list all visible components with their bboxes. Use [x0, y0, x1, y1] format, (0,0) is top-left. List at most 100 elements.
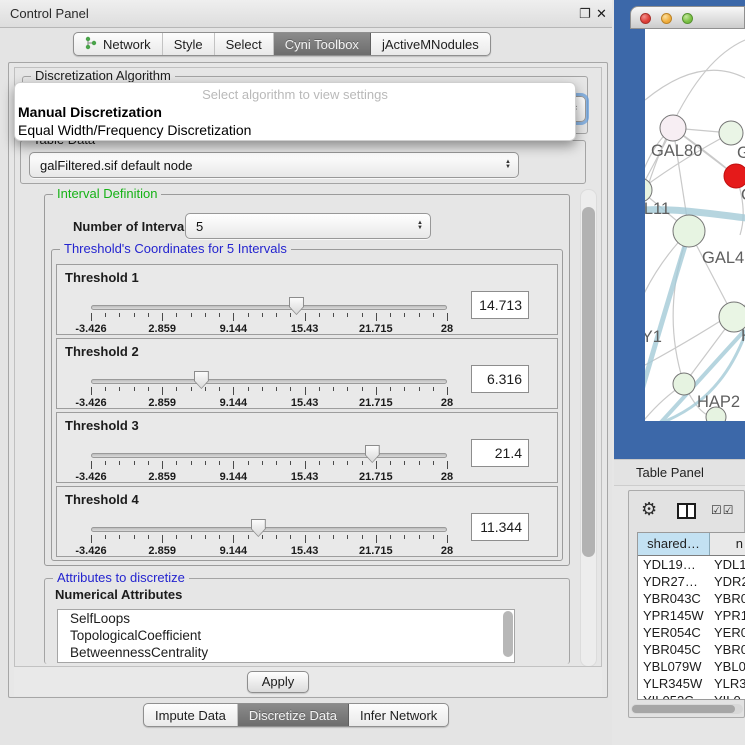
tab-network[interactable]: Network	[74, 33, 163, 55]
algorithm-option-manual[interactable]: Manual Discretization	[18, 104, 162, 120]
column-layout-icon[interactable]	[677, 503, 696, 519]
slider-handle[interactable]	[251, 519, 266, 537]
slider-tick	[105, 535, 106, 539]
slider-track[interactable]	[91, 379, 447, 384]
cell-name: YBR0	[710, 590, 745, 607]
slider-tick	[290, 313, 291, 317]
apply-button[interactable]: Apply	[247, 671, 309, 693]
table-row[interactable]: YPR145WYPR1	[638, 607, 745, 624]
slider-scale-label: -3.426	[75, 397, 106, 409]
network-node-label: GAL80	[651, 142, 702, 160]
node-attribute-table[interactable]: shared… n YDL19…YDL1YDR27…YDR2YBR043CYBR…	[637, 532, 745, 700]
group-interval-title: Interval Definition	[53, 186, 161, 201]
slider-tick	[148, 313, 149, 317]
algorithm-option-equal-width[interactable]: Equal Width/Frequency Discretization	[18, 122, 251, 138]
slider-track[interactable]	[91, 305, 447, 310]
network-view-canvas[interactable]: GAL80GACGAL11GAL4GCY1HHAP2	[645, 29, 745, 421]
network-node[interactable]	[673, 215, 705, 247]
group-discretization-title: Discretization Algorithm	[31, 68, 175, 83]
network-node[interactable]	[724, 164, 745, 188]
control-panel: Control Panel ❐ ✕ Network Style Select C…	[0, 0, 612, 745]
numerical-attributes-list[interactable]: SelfLoopsTopologicalCoefficientBetweenne…	[57, 609, 515, 663]
network-node-label: H	[741, 327, 745, 345]
attributes-scrollbar-thumb[interactable]	[503, 611, 513, 657]
cell-name: YBR0	[710, 641, 745, 658]
tab-network-label: Network	[103, 37, 151, 52]
slider-tick	[305, 387, 306, 395]
threshold-value-field[interactable]: 11.344	[471, 513, 529, 541]
tab-jactivemnodules[interactable]: jActiveMNodules	[371, 33, 490, 55]
slider-tick	[333, 387, 334, 391]
close-icon[interactable]: ✕	[596, 6, 607, 22]
attribute-list-item[interactable]: BetweennessCentrality	[58, 644, 514, 661]
column-header-name[interactable]: n	[710, 533, 745, 555]
slider-scale-label: 9.144	[220, 471, 248, 483]
slider-tick	[419, 387, 420, 391]
threshold-slider[interactable]: -3.4262.8599.14415.4321.71528	[91, 517, 447, 557]
attribute-list-item[interactable]: SelfLoops	[58, 610, 514, 627]
threshold-row: Threshold 3 -3.4262.8599.14415.4321.7152…	[56, 412, 558, 483]
threshold-row: Threshold 2 -3.4262.8599.14415.4321.7152…	[56, 338, 558, 409]
table-row[interactable]: YDR27…YDR2	[638, 573, 745, 590]
slider-handle[interactable]	[194, 371, 209, 389]
slider-track[interactable]	[91, 453, 447, 458]
network-node-label: GAL11	[645, 200, 670, 218]
slider-track[interactable]	[91, 527, 447, 532]
tab-style[interactable]: Style	[163, 33, 215, 55]
threshold-value-field[interactable]: 6.316	[471, 365, 529, 393]
gear-icon[interactable]: ⚙	[641, 499, 657, 520]
table-row[interactable]: YBL079WYBL0	[638, 658, 745, 675]
slider-tick	[176, 461, 177, 465]
table-hscrollbar-thumb[interactable]	[632, 705, 735, 713]
table-row[interactable]: YLR345WYLR3	[638, 675, 745, 692]
network-node[interactable]	[673, 373, 695, 395]
network-icon	[85, 36, 97, 53]
bottom-tab-bar: Impute Data Discretize Data Infer Networ…	[143, 703, 449, 727]
zoom-traffic-light-icon[interactable]	[682, 13, 693, 24]
threshold-value-field[interactable]: 21.4	[471, 439, 529, 467]
table-row[interactable]: YBR045CYBR0	[638, 641, 745, 658]
tab-discretize-data[interactable]: Discretize Data	[238, 704, 349, 726]
slider-tick	[191, 535, 192, 539]
checkbox-filter-icons[interactable]: ☑☑	[711, 503, 735, 517]
network-node[interactable]	[719, 121, 743, 145]
main-scrollbar-thumb[interactable]	[582, 207, 595, 557]
network-window-titlebar[interactable]	[630, 6, 745, 29]
slider-tick	[347, 313, 348, 317]
slider-scale-label: 9.144	[220, 545, 248, 557]
slider-scale-label: 15.43	[291, 323, 319, 335]
threshold-value-field[interactable]: 14.713	[471, 291, 529, 319]
table-data-combo[interactable]: galFiltered.sif default node ▲▼	[29, 152, 519, 178]
network-node[interactable]	[660, 115, 686, 141]
slider-scale-label: 2.859	[148, 323, 176, 335]
slider-handle[interactable]	[365, 445, 380, 463]
threshold-slider[interactable]: -3.4262.8599.14415.4321.71528	[91, 369, 447, 409]
table-row[interactable]: YBR043CYBR0	[638, 590, 745, 607]
tab-select[interactable]: Select	[215, 33, 274, 55]
slider-tick	[191, 461, 192, 465]
tab-infer-network[interactable]: Infer Network	[349, 704, 448, 726]
slider-scale-label: 28	[441, 471, 453, 483]
tab-impute-data[interactable]: Impute Data	[144, 704, 238, 726]
network-node-label: GA	[737, 144, 745, 162]
float-window-icon[interactable]: ❐	[579, 6, 591, 22]
table-row[interactable]: YER054CYER0	[638, 624, 745, 641]
table-row[interactable]: YDL19…YDL1	[638, 556, 745, 573]
close-traffic-light-icon[interactable]	[640, 13, 651, 24]
table-row[interactable]: YIL052CYIL0	[638, 692, 745, 700]
attribute-list-item[interactable]: TopologicalCoefficient	[58, 627, 514, 644]
threshold-label: Threshold 3	[65, 418, 139, 433]
network-nodes[interactable]: GAL80GACGAL11GAL4GCY1HHAP2	[645, 115, 745, 421]
slider-tick	[290, 535, 291, 539]
slider-tick	[276, 535, 277, 539]
threshold-slider[interactable]: -3.4262.8599.14415.4321.71528	[91, 295, 447, 335]
column-header-shared[interactable]: shared…	[638, 533, 710, 555]
minimize-traffic-light-icon[interactable]	[661, 13, 672, 24]
number-of-intervals-combo[interactable]: 5 ▲▼	[185, 213, 431, 239]
slider-scale-label: 21.715	[359, 545, 393, 557]
slider-tick	[119, 461, 120, 465]
slider-tick	[319, 313, 320, 317]
slider-tick	[347, 535, 348, 539]
tab-cyni-toolbox[interactable]: Cyni Toolbox	[274, 33, 371, 55]
threshold-slider[interactable]: -3.4262.8599.14415.4321.71528	[91, 443, 447, 483]
